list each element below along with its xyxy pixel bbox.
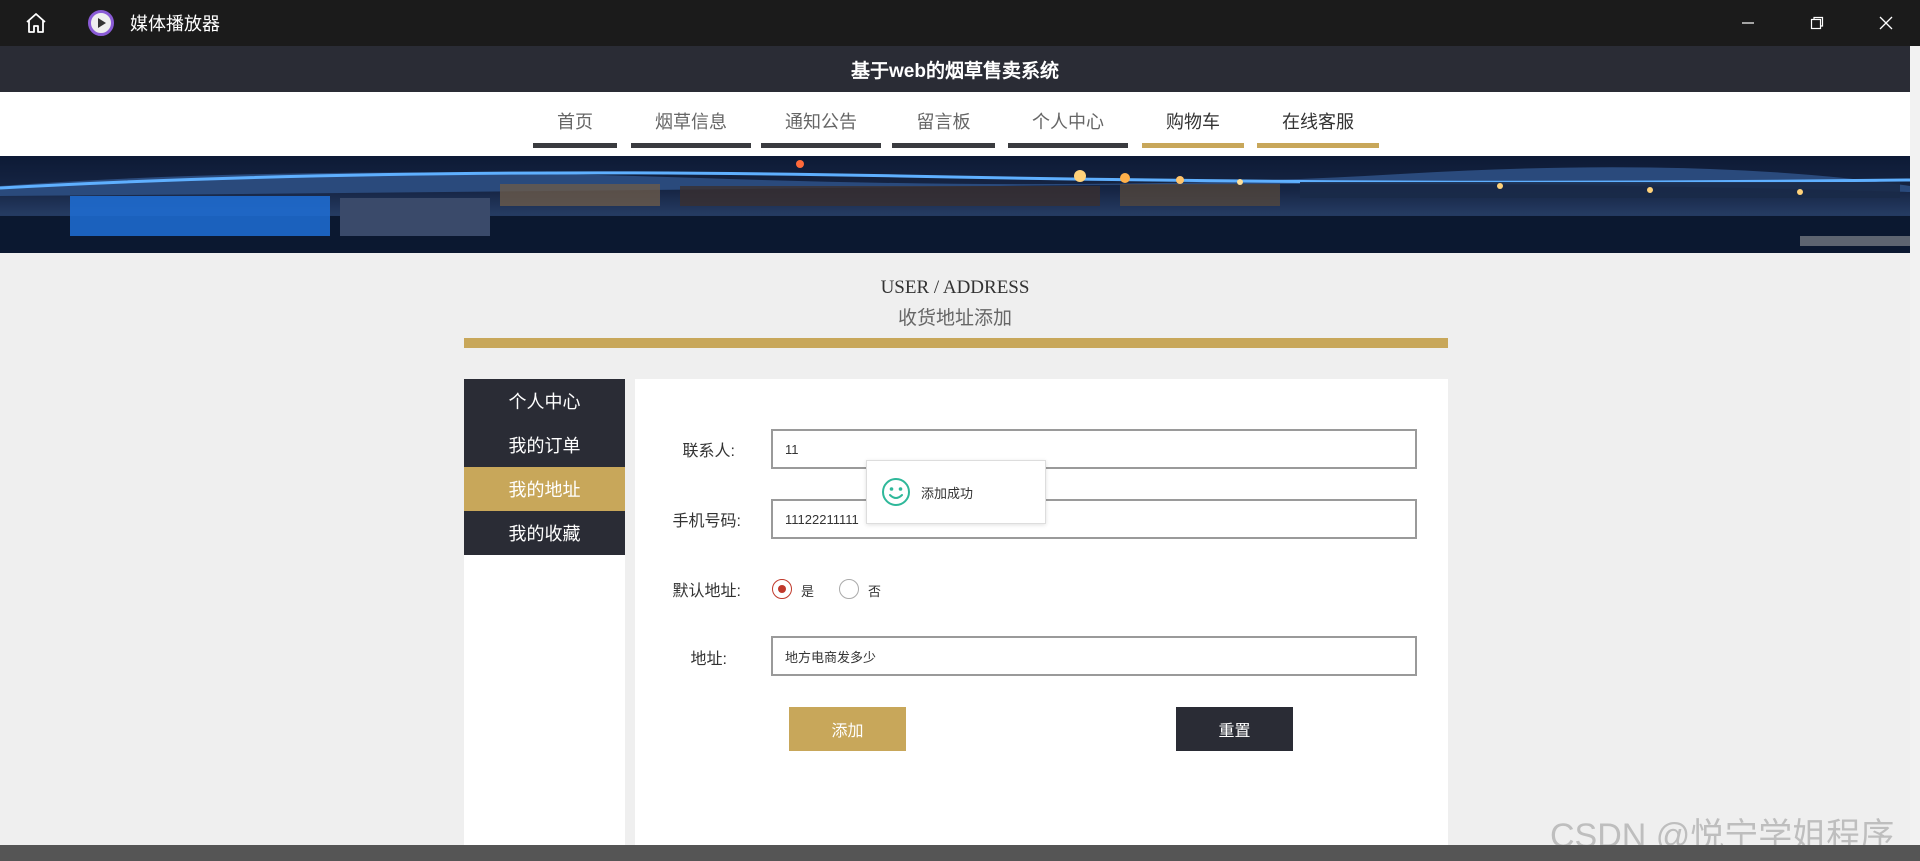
nav-item-label: 在线客服	[1282, 112, 1354, 132]
smile-icon	[882, 478, 910, 506]
nav-item-cart[interactable]: 购物车	[1142, 108, 1244, 148]
restore-icon[interactable]	[1782, 0, 1851, 46]
address-form: 联系人: 11 手机号码: 11122211111 默认地址: 是 否 地址: …	[635, 379, 1448, 861]
sidebar-item-label: 我的收藏	[508, 524, 581, 544]
nav-underline	[1008, 143, 1128, 148]
reset-button[interactable]: 重置	[1176, 707, 1293, 751]
default-yes-radio[interactable]	[772, 579, 792, 599]
nav-item-home[interactable]: 首页	[533, 108, 617, 148]
address-value: 地方电商发多少	[785, 649, 877, 665]
nav-underline	[892, 143, 995, 148]
scrollbar[interactable]	[1910, 46, 1920, 846]
banner-image	[0, 156, 1910, 253]
contact-label: 联系人:	[682, 443, 735, 460]
nav-underline	[533, 143, 617, 148]
minimize-icon[interactable]	[1713, 0, 1782, 46]
section-divider	[464, 338, 1448, 348]
default-no-radio[interactable]	[839, 579, 859, 599]
site-title: 基于web的烟草售卖系统	[851, 60, 1059, 82]
player-title: 媒体播放器	[130, 14, 220, 34]
sidebar-item-my-favorites[interactable]: 我的收藏	[464, 511, 625, 555]
sidebar-item-my-orders[interactable]: 我的订单	[464, 423, 625, 467]
address-label: 地址:	[690, 651, 727, 668]
media-player-titlebar: 媒体播放器	[0, 0, 1920, 46]
nav-item-label: 购物车	[1166, 112, 1220, 132]
window-controls	[1713, 0, 1920, 46]
nav-item-message-board[interactable]: 留言板	[892, 108, 995, 148]
user-sidebar: 个人中心 我的订单 我的地址 我的收藏	[464, 379, 625, 861]
play-icon	[88, 10, 114, 36]
address-input[interactable]: 地方电商发多少	[771, 636, 1417, 676]
success-toast: 添加成功	[866, 460, 1046, 524]
nav-underline	[1142, 143, 1244, 148]
add-button[interactable]: 添加	[789, 707, 906, 751]
nav-underline	[631, 143, 751, 148]
contact-value: 11	[785, 441, 799, 457]
phone-label: 手机号码:	[672, 513, 741, 530]
nav-item-tobacco-info[interactable]: 烟草信息	[631, 108, 751, 148]
close-icon[interactable]	[1851, 0, 1920, 46]
sidebar-item-label: 我的地址	[508, 480, 581, 500]
default-yes-label: 是	[801, 584, 815, 599]
nav-underline	[761, 143, 881, 148]
phone-value: 11122211111	[785, 511, 859, 527]
night-bridge-illustration	[0, 160, 1910, 253]
section-title-zh: 收货地址添加	[897, 308, 1012, 329]
sidebar-item-label: 我的订单	[508, 436, 581, 456]
sidebar-item-my-address[interactable]: 我的地址	[464, 467, 625, 511]
default-no-label: 否	[868, 584, 882, 599]
nav-item-user-center[interactable]: 个人中心	[1008, 108, 1128, 148]
default-address-label: 默认地址:	[672, 583, 741, 600]
section-title-en: USER / ADDRESS	[880, 277, 1030, 298]
main-nav: 首页 烟草信息 通知公告 留言板 个人中心 购物车 在线客服	[0, 92, 1910, 156]
nav-underline	[1257, 143, 1379, 148]
nav-item-label: 留言板	[916, 112, 971, 132]
nav-item-label: 首页	[557, 112, 593, 132]
sidebar-item-label: 个人中心	[508, 392, 581, 412]
site-header: 基于web的烟草售卖系统	[0, 46, 1910, 92]
sidebar-item-user-center[interactable]: 个人中心	[464, 379, 625, 423]
nav-item-label: 烟草信息	[655, 112, 727, 132]
nav-item-notices[interactable]: 通知公告	[761, 108, 881, 148]
nav-item-online-service[interactable]: 在线客服	[1257, 108, 1379, 148]
home-icon[interactable]	[18, 5, 54, 41]
player-bottom-bar	[0, 845, 1920, 861]
nav-item-label: 个人中心	[1032, 112, 1104, 132]
toast-message: 添加成功	[921, 485, 974, 501]
nav-item-label: 通知公告	[785, 112, 857, 132]
